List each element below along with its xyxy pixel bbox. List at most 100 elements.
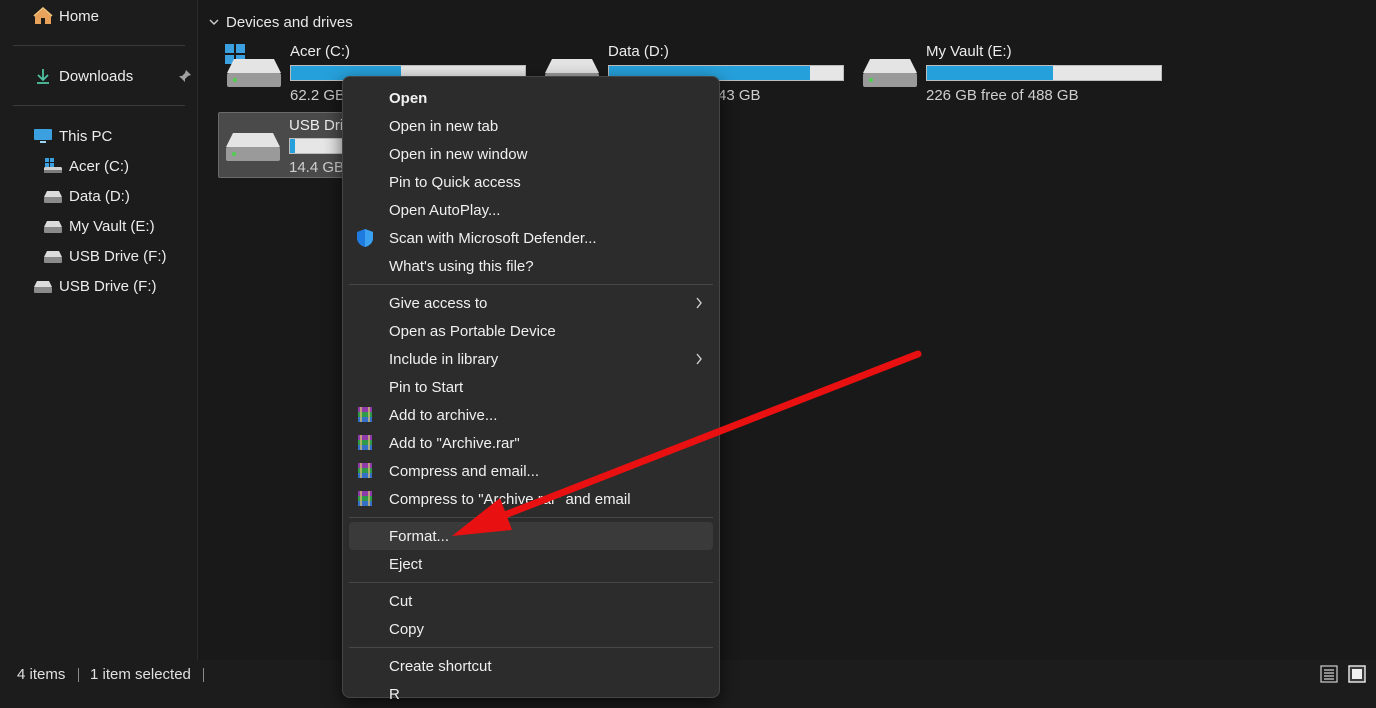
menu-item-add-archive-rar[interactable]: Add to "Archive.rar" xyxy=(349,429,713,457)
nav-drive-d-label: Data (D:) xyxy=(69,187,130,205)
chevron-right-icon xyxy=(696,353,702,365)
menu-separator xyxy=(349,582,713,583)
menu-item-pin-start[interactable]: Pin to Start xyxy=(349,373,713,401)
menu-item-eject[interactable]: Eject xyxy=(349,550,713,578)
menu-item-compress-rar-email[interactable]: Compress to "Archive.rar" and email xyxy=(349,485,713,513)
section-title: Devices and drives xyxy=(226,13,353,31)
nav-drive-e-label: My Vault (E:) xyxy=(69,217,155,235)
defender-shield-icon xyxy=(357,229,373,247)
drive-name: Data (D:) xyxy=(608,43,669,60)
drive-free: 43 GB xyxy=(718,87,761,104)
menu-item-label: Open AutoPlay... xyxy=(389,201,501,219)
windows-drive-icon xyxy=(43,157,63,175)
drive-icon xyxy=(43,217,63,235)
menu-item-label: Compress and email... xyxy=(389,462,540,480)
menu-item-label: R xyxy=(389,685,400,703)
menu-item-label: Scan with Microsoft Defender... xyxy=(389,229,597,247)
menu-item-compress-email[interactable]: Compress and email... xyxy=(349,457,713,485)
menu-item-label: Add to "Archive.rar" xyxy=(389,434,520,452)
drive-name: Acer (C:) xyxy=(290,43,350,60)
menu-item-include-library[interactable]: Include in library xyxy=(349,345,713,373)
nav-downloads-label: Downloads xyxy=(59,67,134,85)
drive-free: 62.2 GB xyxy=(290,87,346,104)
item-count: 4 items xyxy=(17,666,66,683)
divider xyxy=(13,105,185,106)
menu-item-add-archive[interactable]: Add to archive... xyxy=(349,401,713,429)
large-icons-view-icon[interactable] xyxy=(1348,665,1366,683)
winrar-icon xyxy=(358,491,372,506)
menu-item-label: Open as Portable Device xyxy=(389,322,556,340)
status-separator xyxy=(78,668,79,682)
menu-item-cut[interactable]: Cut xyxy=(349,587,713,615)
context-menu: Open Open in new tab Open in new window … xyxy=(342,76,720,703)
menu-item-label: Format... xyxy=(389,527,450,545)
menu-item-open-autoplay[interactable]: Open AutoPlay... xyxy=(349,196,713,224)
menu-item-label: Add to archive... xyxy=(389,406,498,424)
nav-drive-f[interactable]: USB Drive (F:) xyxy=(43,242,167,270)
drive-icon xyxy=(33,277,53,295)
menu-item-give-access[interactable]: Give access to xyxy=(349,289,713,317)
usage-bar xyxy=(926,65,1162,81)
menu-item-copy[interactable]: Copy xyxy=(349,615,713,643)
menu-item-label: What's using this file? xyxy=(389,257,534,275)
drive-name: My Vault (E:) xyxy=(926,43,1012,60)
section-header[interactable]: Devices and drives xyxy=(208,12,353,32)
drive-free: 226 GB free of 488 GB xyxy=(926,87,1079,104)
winrar-icon xyxy=(358,463,372,478)
divider xyxy=(13,45,185,46)
drive-icon xyxy=(226,133,280,161)
nav-downloads[interactable]: Downloads xyxy=(33,62,133,90)
menu-item-open-new-window[interactable]: Open in new window xyxy=(349,140,713,168)
menu-item-scan-defender[interactable]: Scan with Microsoft Defender... xyxy=(349,224,713,252)
menu-item-label: Pin to Quick access xyxy=(389,173,521,191)
nav-this-pc-label: This PC xyxy=(59,127,113,145)
usage-fill xyxy=(290,139,295,153)
nav-this-pc[interactable]: This PC xyxy=(33,122,112,150)
menu-item-label: Open xyxy=(389,89,428,107)
menu-item-label: Cut xyxy=(389,592,413,610)
selection-count: 1 item selected xyxy=(90,666,191,683)
drive-tile-e[interactable]: My Vault (E:) 226 GB free of 488 GB xyxy=(856,43,1166,105)
menu-item-label: Open in new tab xyxy=(389,117,499,135)
nav-usb-drive-label: USB Drive (F:) xyxy=(59,277,157,295)
menu-separator xyxy=(349,284,713,285)
menu-separator xyxy=(349,517,713,518)
nav-drive-c[interactable]: Acer (C:) xyxy=(43,152,129,180)
menu-item-pin-quick-access[interactable]: Pin to Quick access xyxy=(349,168,713,196)
usage-fill xyxy=(927,66,1054,80)
drive-icon xyxy=(43,247,63,265)
pin-icon[interactable] xyxy=(178,69,192,83)
navigation-pane: Home Downloads This PC Acer (C:) Data (D… xyxy=(0,0,198,660)
menu-item-label: Compress to "Archive.rar" and email xyxy=(389,490,631,508)
nav-home[interactable]: Home xyxy=(33,2,99,30)
details-view-icon[interactable] xyxy=(1320,665,1338,683)
chevron-right-icon xyxy=(696,297,702,309)
menu-item-rename[interactable]: R xyxy=(349,680,713,708)
drive-icon xyxy=(863,59,917,87)
home-icon xyxy=(33,7,53,25)
nav-home-label: Home xyxy=(59,7,100,25)
menu-item-whats-using[interactable]: What's using this file? xyxy=(349,252,713,280)
menu-item-label: Create shortcut xyxy=(389,657,492,675)
nav-drive-f-label: USB Drive (F:) xyxy=(69,247,167,265)
nav-drive-c-label: Acer (C:) xyxy=(69,157,129,175)
menu-item-open-new-tab[interactable]: Open in new tab xyxy=(349,112,713,140)
menu-item-create-shortcut[interactable]: Create shortcut xyxy=(349,652,713,680)
menu-item-open[interactable]: Open xyxy=(349,84,713,112)
download-icon xyxy=(33,67,53,85)
menu-item-label: Pin to Start xyxy=(389,378,464,396)
drive-icon xyxy=(43,187,63,205)
menu-separator xyxy=(349,647,713,648)
menu-item-label: Open in new window xyxy=(389,145,528,163)
menu-item-label: Eject xyxy=(389,555,423,573)
menu-item-format[interactable]: Format... xyxy=(349,522,713,550)
winrar-icon xyxy=(358,407,372,422)
menu-item-label: Copy xyxy=(389,620,425,638)
nav-usb-drive[interactable]: USB Drive (F:) xyxy=(33,272,157,300)
status-separator xyxy=(203,668,204,682)
menu-item-label: Give access to xyxy=(389,294,488,312)
menu-item-portable-device[interactable]: Open as Portable Device xyxy=(349,317,713,345)
drive-icon xyxy=(227,59,281,87)
nav-drive-d[interactable]: Data (D:) xyxy=(43,182,130,210)
nav-drive-e[interactable]: My Vault (E:) xyxy=(43,212,155,240)
